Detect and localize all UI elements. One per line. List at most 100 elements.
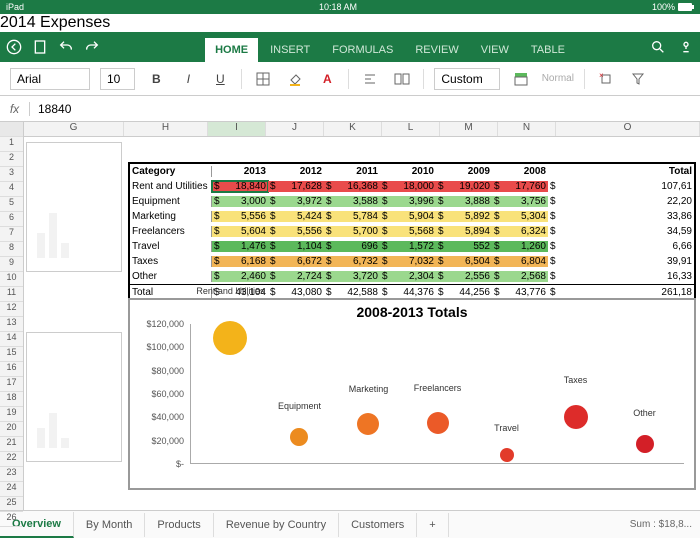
row-hdr-16[interactable]: 16 — [0, 362, 23, 377]
redo-icon[interactable] — [84, 39, 100, 55]
insert-cells-button[interactable]: × — [595, 68, 617, 90]
number-format-select[interactable]: Custom — [434, 68, 499, 90]
document-title: 2014 Expenses — [0, 14, 700, 32]
col-hdr-J[interactable]: J — [266, 122, 324, 136]
row-hdr-22[interactable]: 22 — [0, 452, 23, 467]
table-row[interactable]: Freelancers$5,604$5,556$5,700$5,568$5,89… — [130, 224, 694, 239]
tab-formulas[interactable]: FORMULAS — [322, 38, 403, 62]
chart-thumbnail-2[interactable] — [26, 332, 122, 462]
search-icon[interactable] — [650, 39, 666, 55]
table-row[interactable]: Taxes$6,168$6,672$6,732$7,032$6,504$6,80… — [130, 254, 694, 269]
col-hdr-K[interactable]: K — [324, 122, 382, 136]
col-hdr-N[interactable]: N — [498, 122, 556, 136]
bubble-rent-and-utilities[interactable] — [213, 321, 247, 355]
row-hdr-13[interactable]: 13 — [0, 317, 23, 332]
borders-button[interactable] — [252, 68, 274, 90]
row-hdr-19[interactable]: 19 — [0, 407, 23, 422]
tab-table[interactable]: TABLE — [521, 38, 575, 62]
table-row[interactable]: Travel$1,476$1,104$696$1,572$552$1,260$6… — [130, 239, 694, 254]
row-hdr-20[interactable]: 20 — [0, 422, 23, 437]
row-hdr-3[interactable]: 3 — [0, 167, 23, 182]
col-hdr-G[interactable]: G — [24, 122, 124, 136]
row-hdr-24[interactable]: 24 — [0, 482, 23, 497]
column-headers: G H I J K L M N O — [24, 122, 700, 137]
cell-styles-button[interactable] — [510, 68, 532, 90]
share-icon[interactable] — [678, 39, 694, 55]
row-hdr-2[interactable]: 2 — [0, 152, 23, 167]
tab-view[interactable]: VIEW — [471, 38, 519, 62]
tab-review[interactable]: REVIEW — [405, 38, 468, 62]
row-hdr-11[interactable]: 11 — [0, 287, 23, 302]
row-hdr-15[interactable]: 15 — [0, 347, 23, 362]
col-hdr-O[interactable]: O — [556, 122, 700, 136]
col-hdr-M[interactable]: M — [440, 122, 498, 136]
expenses-table[interactable]: Category 2013 2012 2011 2010 2009 2008 T… — [128, 162, 696, 301]
row-hdr-1[interactable]: 1 — [0, 137, 23, 152]
file-icon[interactable] — [32, 39, 48, 55]
col-hdr-I[interactable]: I — [208, 122, 266, 136]
row-hdr-8[interactable]: 8 — [0, 242, 23, 257]
row-hdr-21[interactable]: 21 — [0, 437, 23, 452]
fx-label[interactable]: fx — [0, 102, 30, 116]
row-hdr-6[interactable]: 6 — [0, 212, 23, 227]
underline-button[interactable]: U — [209, 68, 231, 90]
align-button[interactable] — [359, 68, 381, 90]
fill-color-button[interactable] — [284, 68, 306, 90]
sheet-tabs: Overview By Month Products Revenue by Co… — [0, 510, 700, 538]
battery-pct: 100% — [652, 2, 675, 12]
bubble-equipment[interactable] — [290, 428, 308, 446]
row-hdr-9[interactable]: 9 — [0, 257, 23, 272]
table-row[interactable]: Rent and Utilities$18,840$17,628$16,368$… — [130, 179, 694, 194]
table-row[interactable]: Marketing$5,556$5,424$5,784$5,904$5,892$… — [130, 209, 694, 224]
y-tick: $40,000 — [151, 412, 184, 422]
bubble-travel[interactable] — [500, 448, 514, 462]
table-row[interactable]: Equipment$3,000$3,972$3,588$3,996$3,888$… — [130, 194, 694, 209]
y-tick: $120,000 — [146, 319, 184, 329]
row-hdr-25[interactable]: 25 — [0, 497, 23, 512]
bubble-label: Equipment — [278, 401, 321, 411]
spreadsheet-grid[interactable]: 1234567891011121314151617181920212223242… — [0, 122, 700, 510]
undo-icon[interactable] — [58, 39, 74, 55]
separator — [423, 69, 424, 89]
table-style-label[interactable]: Normal — [542, 73, 574, 84]
back-icon[interactable] — [6, 39, 22, 55]
bubble-taxes[interactable] — [564, 405, 588, 429]
totals-chart[interactable]: 2008-2013 Totals $120,000$100,000$80,000… — [128, 298, 696, 490]
battery-icon — [678, 3, 694, 11]
y-tick: $20,000 — [151, 436, 184, 446]
row-hdr-4[interactable]: 4 — [0, 182, 23, 197]
table-row[interactable]: Other$2,460$2,724$3,720$2,304$2,556$2,56… — [130, 269, 694, 284]
row-hdr-5[interactable]: 5 — [0, 197, 23, 212]
bubble-freelancers[interactable] — [427, 412, 449, 434]
chart-title: 2008-2013 Totals — [130, 300, 694, 324]
row-hdr-7[interactable]: 7 — [0, 227, 23, 242]
font-color-button[interactable]: A — [316, 68, 338, 90]
battery-indicator: 100% — [652, 2, 694, 12]
y-tick: $80,000 — [151, 366, 184, 376]
separator — [348, 69, 349, 89]
row-hdr-10[interactable]: 10 — [0, 272, 23, 287]
font-size-select[interactable]: 10 — [100, 68, 135, 90]
formula-value[interactable]: 18840 — [30, 102, 79, 116]
row-hdr-17[interactable]: 17 — [0, 377, 23, 392]
tab-home[interactable]: HOME — [205, 38, 258, 62]
row-hdr-12[interactable]: 12 — [0, 302, 23, 317]
row-hdr-18[interactable]: 18 — [0, 392, 23, 407]
col-hdr-L[interactable]: L — [382, 122, 440, 136]
formula-bar: fx 18840 — [0, 96, 700, 122]
font-name-select[interactable]: Arial — [10, 68, 90, 90]
chart-thumbnail-1[interactable] — [26, 142, 122, 272]
merge-button[interactable] — [391, 68, 413, 90]
sort-filter-button[interactable] — [627, 68, 649, 90]
ribbon-toolbar: Arial 10 B I U A Custom Normal × — [0, 62, 700, 96]
chart-y-axis: $120,000$100,000$80,000$60,000$40,000$20… — [140, 324, 186, 464]
tab-insert[interactable]: INSERT — [260, 38, 320, 62]
bubble-marketing[interactable] — [357, 413, 379, 435]
col-hdr-H[interactable]: H — [124, 122, 208, 136]
italic-button[interactable]: I — [177, 68, 199, 90]
row-hdr-23[interactable]: 23 — [0, 467, 23, 482]
device-label: iPad — [6, 2, 24, 12]
row-hdr-14[interactable]: 14 — [0, 332, 23, 347]
bold-button[interactable]: B — [145, 68, 167, 90]
bubble-other[interactable] — [636, 435, 654, 453]
